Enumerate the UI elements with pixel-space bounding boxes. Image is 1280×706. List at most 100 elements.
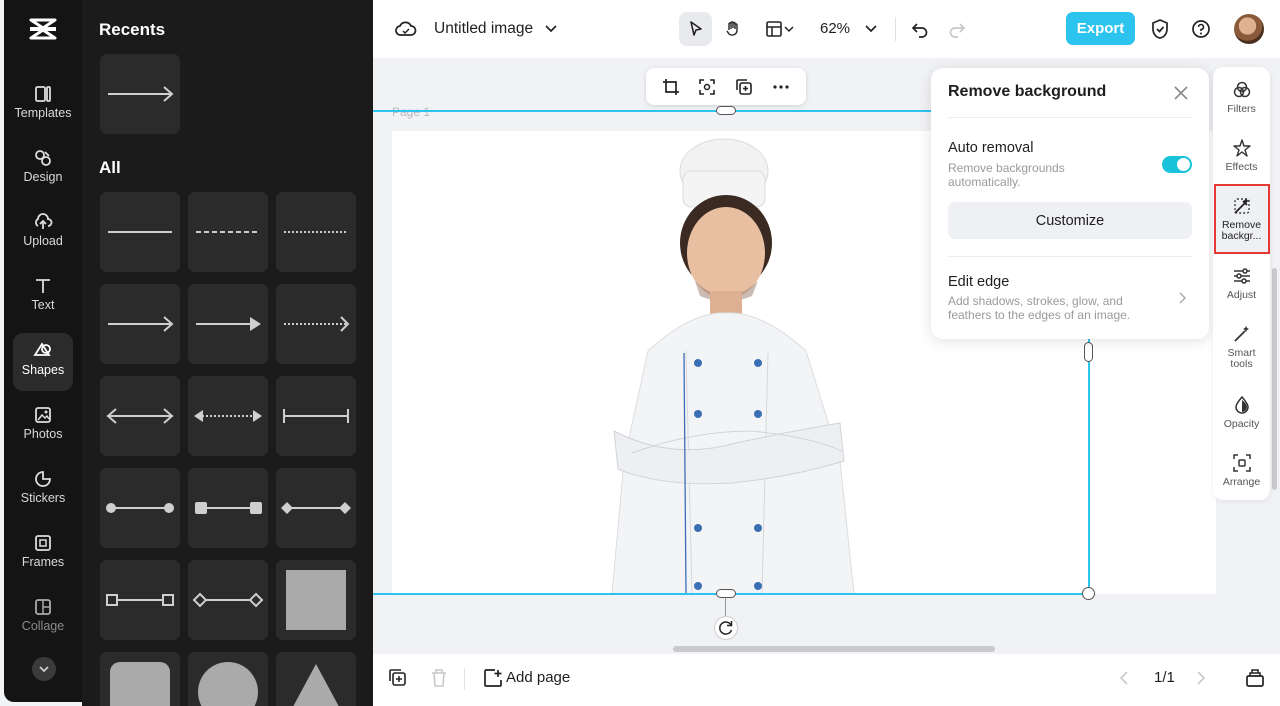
shape-dotted-line[interactable] [276,192,356,272]
rail-label-templates: Templates [14,106,72,120]
zoom-level[interactable]: 62% [820,20,850,37]
rail-item-upload[interactable]: Upload [13,204,73,262]
rail-item-photos[interactable]: Photos [13,397,73,455]
add-page-button[interactable]: Add page [506,669,570,686]
close-icon[interactable] [1173,85,1189,101]
layout-icon [766,21,782,37]
templates-icon [35,86,51,102]
chevron-left-icon[interactable] [1117,670,1131,686]
remove-background-panel: Remove background Auto removal Remove ba… [931,68,1209,339]
more-options-icon[interactable] [772,78,790,101]
trash-icon[interactable] [430,668,448,688]
duplicate-icon[interactable] [735,78,753,101]
add-page-icon[interactable] [483,668,503,688]
document-title[interactable]: Untitled image [434,20,533,38]
tool-arrange[interactable]: Arrange [1213,453,1270,488]
magic-wand-icon [1233,326,1249,342]
tool-opacity-label: Opacity [1223,418,1260,430]
export-button[interactable]: Export [1066,12,1135,45]
shape-arrow-dotted[interactable] [276,284,356,364]
shape-dashed-line[interactable] [188,192,268,272]
redo-icon[interactable] [947,19,967,39]
shape-diamond-outline-line[interactable] [188,560,268,640]
shape-diamond-line[interactable] [276,468,356,548]
rail-item-collage[interactable]: Collage [13,589,73,647]
rail-item-design[interactable]: Design [13,140,73,198]
toolbar-divider [895,17,896,41]
circle-icon [198,662,258,706]
rotate-handle[interactable] [714,616,738,640]
smart-select-icon[interactable] [698,78,716,101]
shape-triangle[interactable] [276,652,356,706]
shape-solid-line[interactable] [100,192,180,272]
shape-square-outline-line[interactable] [100,560,180,640]
panel-divider [948,256,1192,257]
shape-arrow-open[interactable] [100,284,180,364]
shape-double-arrow-dotted[interactable] [188,376,268,456]
arrow-filled-icon [196,317,261,331]
horizontal-scrollbar[interactable] [673,646,995,652]
pages-panel-icon[interactable] [1245,668,1265,688]
chevron-right-icon[interactable] [1194,670,1208,686]
auto-removal-desc-2: automatically. [948,175,1021,189]
tool-filters[interactable]: Filters [1213,80,1270,115]
shape-double-arrow[interactable] [100,376,180,456]
select-tool-button[interactable] [679,12,712,46]
edit-edge-desc-1: Add shadows, strokes, glow, and [948,294,1123,308]
tool-opacity[interactable]: Opacity [1213,395,1270,430]
dashed-line-icon [196,231,260,233]
dotted-line-icon [284,231,348,233]
rail-item-stickers[interactable]: Stickers [13,461,73,519]
resize-handle-right[interactable] [1084,342,1093,362]
arrow-open-icon [108,316,174,332]
duplicate-page-icon[interactable] [388,668,408,688]
layout-button[interactable] [759,12,801,46]
tool-remove-background[interactable]: Remove backgr... [1213,196,1270,242]
resize-handle-top[interactable] [716,106,736,115]
edit-edge-title[interactable]: Edit edge [948,274,1009,290]
undo-icon[interactable] [910,19,930,39]
resize-handle-bottom[interactable] [716,589,736,598]
shape-arrow-filled[interactable] [188,284,268,364]
hand-tool-button[interactable] [718,12,748,46]
tool-adjust-label: Adjust [1226,289,1257,301]
auto-removal-toggle[interactable] [1162,156,1192,173]
tool-smart-tools[interactable]: Smart tools [1213,324,1270,370]
help-icon[interactable] [1191,19,1211,39]
shape-rounded-square[interactable] [100,652,180,706]
shape-square[interactable] [276,560,356,640]
rail-item-frames[interactable]: Frames [13,525,73,583]
shape-square-end-line[interactable] [188,468,268,548]
shield-icon[interactable] [1150,18,1170,40]
shape-bracket-line[interactable] [276,376,356,456]
collage-icon [35,599,51,615]
remove-background-title: Remove background [948,83,1107,100]
cloud-icon[interactable] [395,19,417,39]
dot-line-icon [106,503,174,513]
vertical-scrollbar[interactable] [1272,268,1277,490]
tool-effects[interactable]: Effects [1213,138,1270,173]
rail-label-upload: Upload [23,234,63,248]
triangle-icon [293,664,339,706]
rail-label-photos: Photos [23,427,63,441]
rail-label-stickers: Stickers [20,491,66,505]
page-label: Page 1 [392,105,431,119]
rail-item-shapes[interactable]: Shapes [13,333,73,391]
chevron-down-icon [784,26,794,33]
rail-item-text[interactable]: Text [13,268,73,326]
rail-more-button[interactable] [32,657,56,681]
chevron-down-icon[interactable] [864,22,878,36]
shape-circle[interactable] [188,652,268,706]
rail-label-shapes: Shapes [21,363,65,377]
shape-recent-arrow[interactable] [100,54,180,134]
rail-item-templates[interactable]: Templates [13,76,73,134]
user-avatar[interactable] [1234,14,1264,44]
chevron-right-icon[interactable] [1176,291,1188,305]
resize-handle-corner[interactable] [1082,587,1095,600]
chevron-down-icon[interactable] [544,22,558,36]
bottom-bar: Add page 1/1 [373,654,1280,706]
customize-button[interactable]: Customize [948,202,1192,239]
crop-icon[interactable] [662,78,680,101]
tool-adjust[interactable]: Adjust [1213,266,1270,301]
shape-dot-line[interactable] [100,468,180,548]
